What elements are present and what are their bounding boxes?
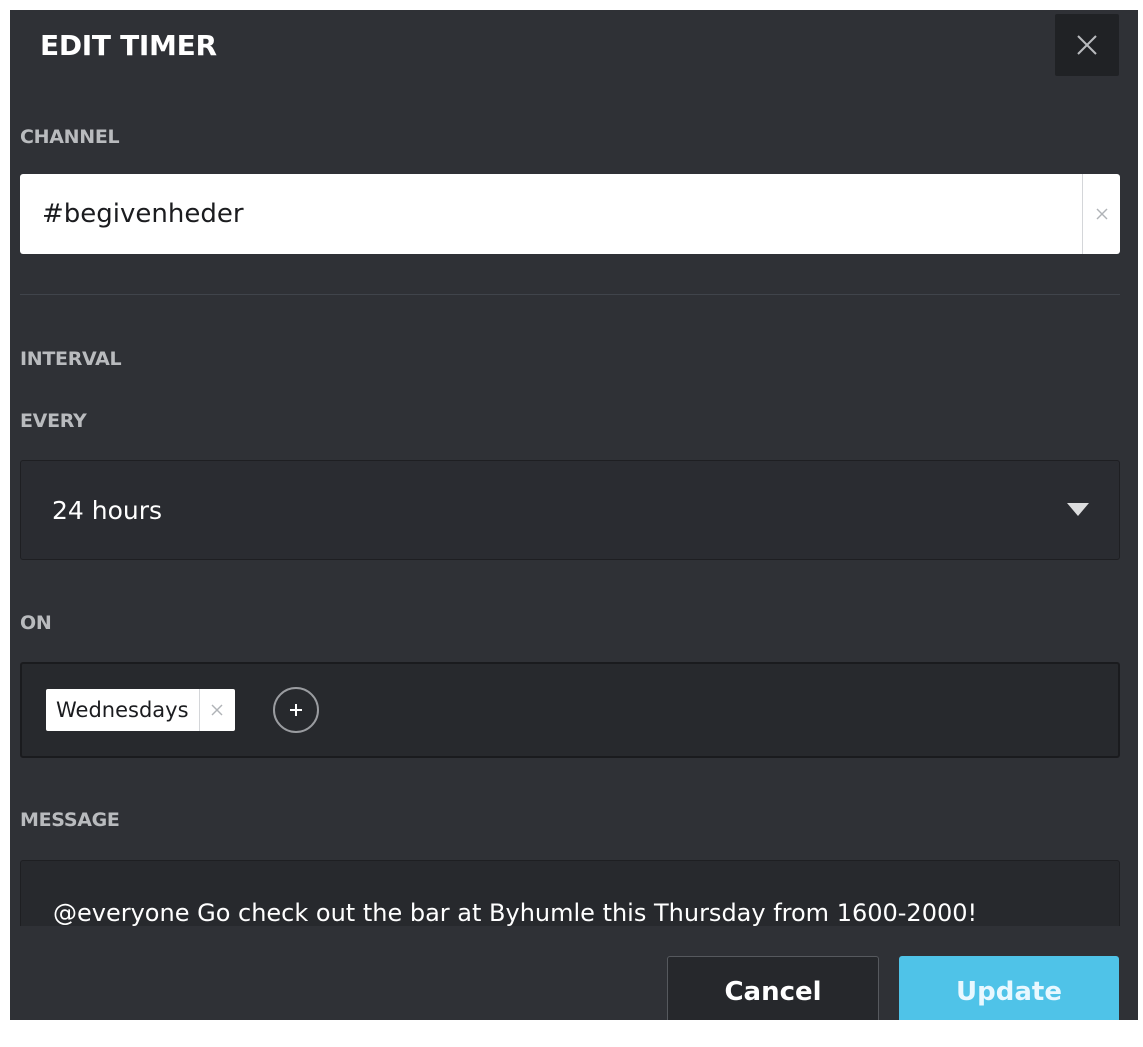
- day-tag: Wednesdays: [46, 689, 235, 731]
- days-tag-input[interactable]: Wednesdays: [20, 662, 1120, 758]
- edit-timer-dialog: EDIT TIMER CHANNEL #begivenheder INTERVA…: [10, 10, 1138, 1020]
- section-divider: [20, 294, 1120, 295]
- interval-select[interactable]: 24 hours: [20, 460, 1120, 560]
- remove-icon: [211, 704, 223, 716]
- interval-select-value: 24 hours: [52, 495, 163, 525]
- dialog-title: EDIT TIMER: [40, 29, 217, 62]
- day-tag-label: Wednesdays: [56, 698, 189, 722]
- message-text: @everyone Go check out the bar at Byhuml…: [53, 899, 978, 927]
- close-button[interactable]: [1055, 14, 1119, 76]
- every-label: EVERY: [20, 410, 87, 432]
- chevron-down-icon: [1067, 503, 1089, 516]
- on-label: ON: [20, 612, 52, 634]
- channel-label: CHANNEL: [20, 126, 120, 148]
- add-day-button[interactable]: [272, 687, 319, 733]
- clear-icon: [1096, 208, 1107, 220]
- message-label: MESSAGE: [20, 809, 120, 831]
- close-icon: [1077, 35, 1097, 55]
- interval-label: INTERVAL: [20, 348, 122, 370]
- cancel-button[interactable]: Cancel: [667, 956, 879, 1020]
- plus-icon: [289, 704, 302, 716]
- channel-value[interactable]: #begivenheder: [20, 199, 1082, 229]
- channel-clear-button[interactable]: [1082, 174, 1120, 254]
- day-tag-remove-button[interactable]: [198, 689, 235, 731]
- update-button[interactable]: Update: [899, 956, 1119, 1020]
- dialog-footer: Cancel Update: [10, 926, 1138, 1020]
- channel-input[interactable]: #begivenheder: [20, 174, 1120, 254]
